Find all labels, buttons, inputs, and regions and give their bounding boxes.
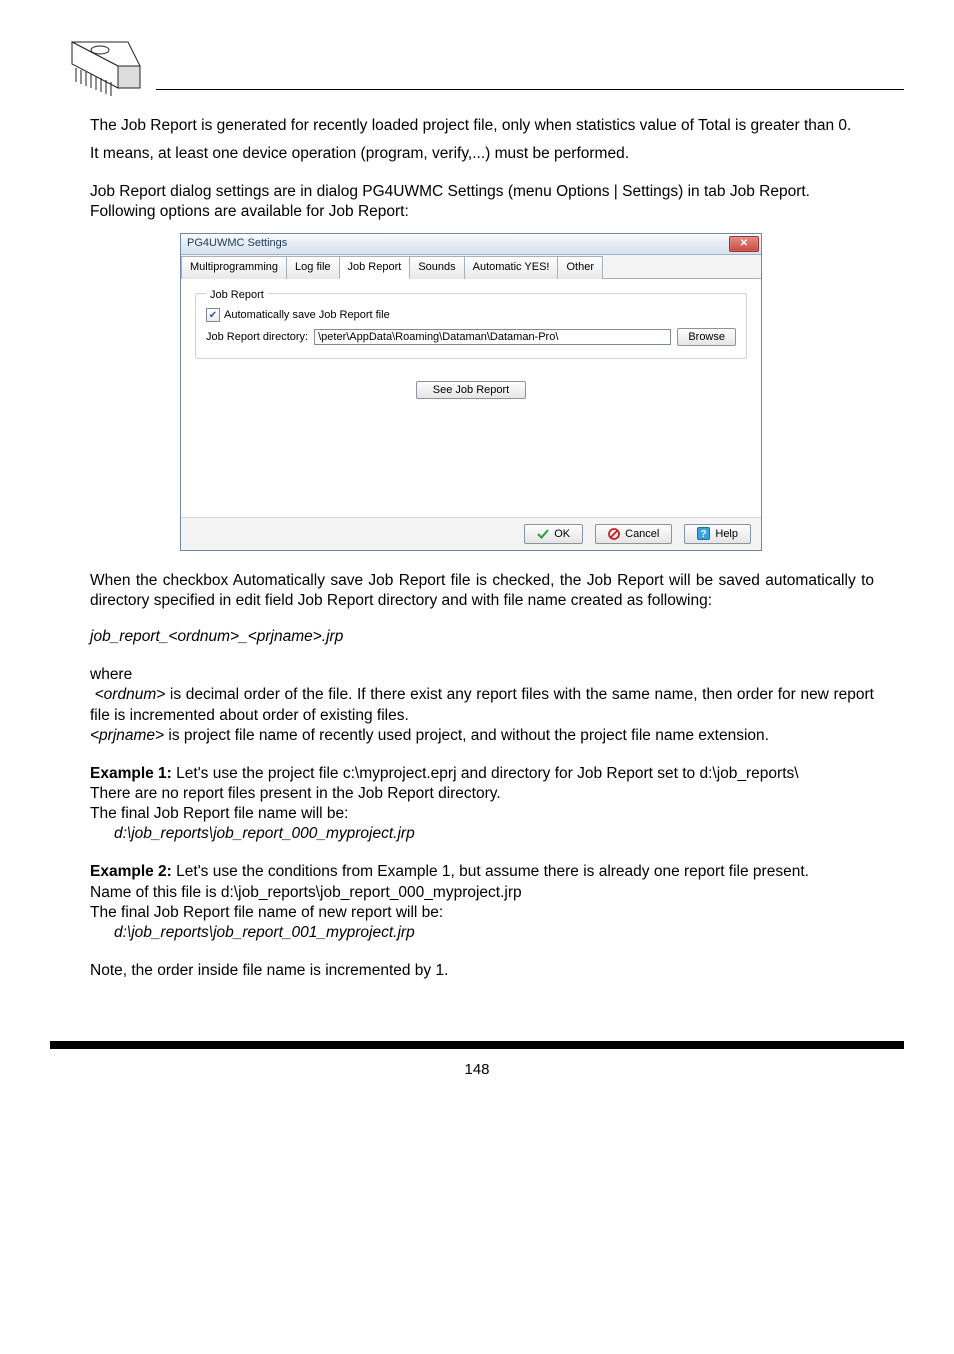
- intro-paragraph-3: Job Report dialog settings are in dialog…: [90, 182, 874, 202]
- help-icon: ?: [697, 527, 710, 540]
- ok-label: OK: [554, 527, 570, 541]
- example-1-line3: The final Job Report file name will be:: [90, 804, 874, 824]
- job-report-group: Job Report ✔ Automatically save Job Repo…: [195, 293, 747, 360]
- help-label: Help: [715, 527, 738, 541]
- cancel-icon: [608, 528, 620, 540]
- example-1-path: d:\job_reports\job_report_000_myproject.…: [114, 824, 874, 844]
- tab-automatic-yes-[interactable]: Automatic YES!: [464, 256, 559, 279]
- example-1: Example 1: Let's use the project file c:…: [90, 764, 874, 784]
- tab-log-file[interactable]: Log file: [286, 256, 339, 279]
- example-2-path: d:\job_reports\job_report_001_myproject.…: [114, 923, 874, 943]
- intro-paragraph-2: It means, at least one device operation …: [90, 144, 874, 164]
- dialog-titlebar: PG4UWMC Settings ✕: [181, 234, 761, 255]
- example-1-line2: There are no report files present in the…: [90, 784, 874, 804]
- note-line: Note, the order inside file name is incr…: [90, 961, 874, 981]
- intro-paragraph-1: The Job Report is generated for recently…: [90, 116, 874, 136]
- settings-dialog: PG4UWMC Settings ✕ MultiprogrammingLog f…: [180, 233, 762, 551]
- example-2-line3: The final Job Report file name of new re…: [90, 903, 874, 923]
- dialog-title: PG4UWMC Settings: [187, 236, 729, 250]
- header-rule: [156, 89, 904, 90]
- tabs-row: MultiprogrammingLog fileJob ReportSounds…: [181, 255, 761, 279]
- directory-label: Job Report directory:: [206, 330, 308, 344]
- auto-save-checkbox-row[interactable]: ✔ Automatically save Job Report file: [206, 308, 736, 322]
- see-job-report-button[interactable]: See Job Report: [416, 381, 526, 399]
- checkbox-icon[interactable]: ✔: [206, 308, 220, 322]
- dialog-footer: OK Cancel: [181, 517, 761, 550]
- directory-input[interactable]: [314, 329, 671, 345]
- page-number: 148: [50, 1061, 904, 1078]
- tab-sounds[interactable]: Sounds: [409, 256, 464, 279]
- cancel-label: Cancel: [625, 527, 659, 541]
- where-label: where: [90, 665, 874, 685]
- ok-button[interactable]: OK: [524, 524, 583, 544]
- footer-rule: [50, 1041, 904, 1049]
- tab-job-report[interactable]: Job Report: [339, 256, 411, 279]
- checkmark-icon: [537, 528, 549, 540]
- auto-save-label: Automatically save Job Report file: [224, 308, 390, 322]
- svg-text:?: ?: [701, 529, 707, 540]
- browse-button[interactable]: Browse: [677, 328, 736, 346]
- prjname-line: <prjname> is project file name of recent…: [90, 726, 874, 746]
- example-2-line2: Name of this file is d:\job_reports\job_…: [90, 883, 874, 903]
- logo-icon: [50, 30, 150, 100]
- filename-pattern: job_report_<ordnum>_<prjname>.jrp: [90, 627, 874, 647]
- cancel-button[interactable]: Cancel: [595, 524, 672, 544]
- intro-paragraph-4: Following options are available for Job …: [90, 202, 874, 222]
- help-button[interactable]: ? Help: [684, 524, 751, 544]
- tab-multiprogramming[interactable]: Multiprogramming: [181, 256, 287, 279]
- tab-other[interactable]: Other: [557, 256, 603, 279]
- body-paragraph-checkbox: When the checkbox Automatically save Job…: [90, 571, 874, 611]
- group-title: Job Report: [206, 288, 268, 302]
- ordnum-line: <ordnum> is decimal order of the file. I…: [90, 685, 874, 725]
- header-area: [50, 30, 904, 100]
- close-icon[interactable]: ✕: [729, 236, 759, 252]
- example-2: Example 2: Let's use the conditions from…: [90, 862, 874, 882]
